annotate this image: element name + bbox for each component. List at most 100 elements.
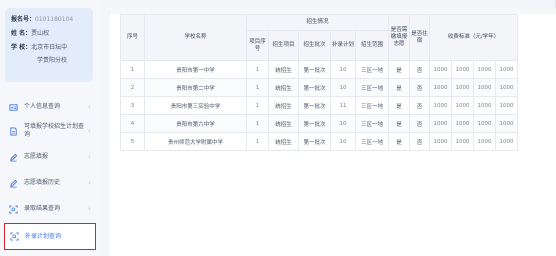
cell-fee: 1000 (495, 96, 518, 115)
menu-item-label: 补录计划查询 (25, 232, 62, 240)
menu-item-plan-query[interactable]: 可填报学校招生计划查询 › (4, 120, 96, 142)
menu-item-personal-info[interactable]: 个人信息查询 › (4, 96, 96, 118)
cell-fee: 1000 (495, 78, 518, 97)
cell-plan: 10 (330, 78, 356, 97)
document-icon (8, 126, 18, 136)
cell-board: 否 (409, 78, 430, 97)
cell-fee: 1000 (495, 60, 518, 79)
id-card-icon (8, 102, 18, 112)
cell-fee: 1000 (473, 78, 496, 97)
exam-no-label: 报名号： (11, 16, 36, 23)
cell-project: 统招生 (268, 132, 299, 151)
cell-need: 是 (388, 78, 410, 97)
chevron-right-icon: › (88, 103, 91, 111)
cell-need: 是 (388, 60, 410, 79)
header-supplement-plan: 补录计划 (330, 30, 356, 61)
table-row: 2 贵阳市第二中学 1 统招生 第一批次 10 三区一地 是 否 1000 10… (120, 78, 518, 97)
cell-batch: 第一批次 (298, 96, 331, 115)
cell-plan: 10 (330, 114, 356, 133)
cell-fee: 1000 (451, 114, 474, 133)
chevron-right-icon: › (88, 127, 91, 135)
cell-board: 否 (409, 114, 430, 133)
cell-fee: 1000 (451, 132, 474, 151)
cell-school: 贵阳市第二中学 (144, 78, 247, 97)
cell-fee: 1000 (451, 60, 474, 79)
cell-batch: 第一批次 (298, 114, 331, 133)
cell-range: 三区一地 (355, 132, 389, 151)
chevron-right-icon: › (88, 205, 91, 213)
cell-school: 贵阳市第六中学 (144, 114, 247, 133)
cell-plan: 10 (330, 60, 356, 79)
menu-item-supplement-plan[interactable]: 补录计划查询 (4, 223, 96, 250)
header-need-fill: 是否需缴填报志愿 (388, 14, 410, 61)
header-fee: 收费标准（元/学年） (429, 14, 518, 61)
cell-fee: 1000 (473, 96, 496, 115)
cell-project: 统招生 (268, 78, 299, 97)
cell-fee: 1000 (429, 60, 452, 79)
cell-need: 是 (388, 96, 410, 115)
cell-fee: 1000 (429, 132, 452, 151)
cell-seq: 5 (120, 132, 145, 151)
table-row: 4 贵阳市第六中学 1 统招生 第一批次 10 三区一地 是 否 1000 10… (120, 114, 518, 133)
menu-item-admission-result[interactable]: 录取结果查询 › (4, 198, 96, 220)
cell-need: 是 (388, 114, 410, 133)
cell-range: 三区一地 (355, 114, 389, 133)
menu-item-label: 可填报学校招生计划查询 (24, 123, 85, 138)
menu-item-volunteer-history[interactable]: 志愿填报历史 › (4, 172, 96, 194)
cell-plan: 10 (330, 132, 356, 151)
menu-item-label: 个人信息查询 (24, 103, 61, 110)
cell-fee: 1000 (473, 114, 496, 133)
cell-school: 贵阳市第三实验中学 (144, 96, 247, 115)
table-row: 1 贵阳市第一中学 1 统招生 第一批次 10 三区一地 是 否 1000 10… (120, 60, 518, 79)
cell-project-seq: 1 (246, 60, 269, 79)
cell-project-seq: 1 (246, 132, 269, 151)
chevron-right-icon: › (88, 153, 91, 161)
cell-project-seq: 1 (246, 96, 269, 115)
history-pen-icon (8, 178, 18, 188)
cell-fee: 1000 (473, 132, 496, 151)
cell-range: 三区一地 (355, 78, 389, 97)
cell-school: 贵州师范大学附属中学 (144, 132, 247, 151)
cell-fee: 1000 (429, 96, 452, 115)
content-fade-overlay (110, 160, 556, 256)
header-range: 招生范围 (355, 30, 389, 61)
header-seq: 序号 (120, 14, 145, 61)
header-school-name: 学校名称 (144, 14, 247, 61)
cell-seq: 1 (120, 60, 145, 79)
name-value: 贾山权 (31, 30, 50, 37)
menu-item-label: 录取结果查询 (24, 205, 61, 212)
cell-project-seq: 1 (246, 78, 269, 97)
cell-batch: 第一批次 (298, 78, 331, 97)
cell-fee: 1000 (429, 114, 452, 133)
header-project: 招生项目 (268, 30, 299, 61)
cell-fee: 1000 (451, 78, 474, 97)
cell-board: 否 (409, 96, 430, 115)
cell-fee: 1000 (429, 78, 452, 97)
cell-fee: 1000 (451, 96, 474, 115)
cell-need: 是 (388, 132, 410, 151)
profile-card: 报名号：0101180104 姓 名：贾山权 学 校：北京市日坛中 学贵阳分校 (5, 8, 93, 82)
cell-project: 统招生 (268, 96, 299, 115)
cell-fee: 1000 (473, 60, 496, 79)
cell-board: 否 (409, 132, 430, 151)
school-value-line2: 学贵阳分校 (37, 57, 68, 64)
cell-batch: 第一批次 (298, 60, 331, 79)
supplement-plan-table: 序号 学校名称 招生情况 是否需缴填报志愿 是否住宿 收费标准（元/学年） 项目… (120, 14, 518, 151)
school-label: 学 校： (11, 44, 32, 51)
table-row: 5 贵州师范大学附属中学 1 统招生 第一批次 10 三区一地 是 否 1000… (120, 132, 518, 151)
cell-school: 贵阳市第一中学 (144, 60, 247, 79)
menu-item-volunteer-fill[interactable]: 志愿填报 › (4, 146, 96, 168)
cell-board: 否 (409, 60, 430, 79)
cell-seq: 2 (120, 78, 145, 97)
name-label: 姓 名： (11, 30, 32, 37)
cell-fee: 1000 (495, 114, 518, 133)
cell-project: 统招生 (268, 114, 299, 133)
school-value-line1: 北京市日坛中 (31, 44, 68, 51)
cell-range: 三区一地 (355, 60, 389, 79)
sidebar: 报名号：0101180104 姓 名：贾山权 学 校：北京市日坛中 学贵阳分校 … (0, 0, 100, 256)
chevron-right-icon: › (88, 179, 91, 187)
header-enroll-group: 招生情况 (246, 14, 389, 31)
cell-seq: 3 (120, 96, 145, 115)
cell-seq: 4 (120, 114, 145, 133)
cell-project-seq: 1 (246, 114, 269, 133)
